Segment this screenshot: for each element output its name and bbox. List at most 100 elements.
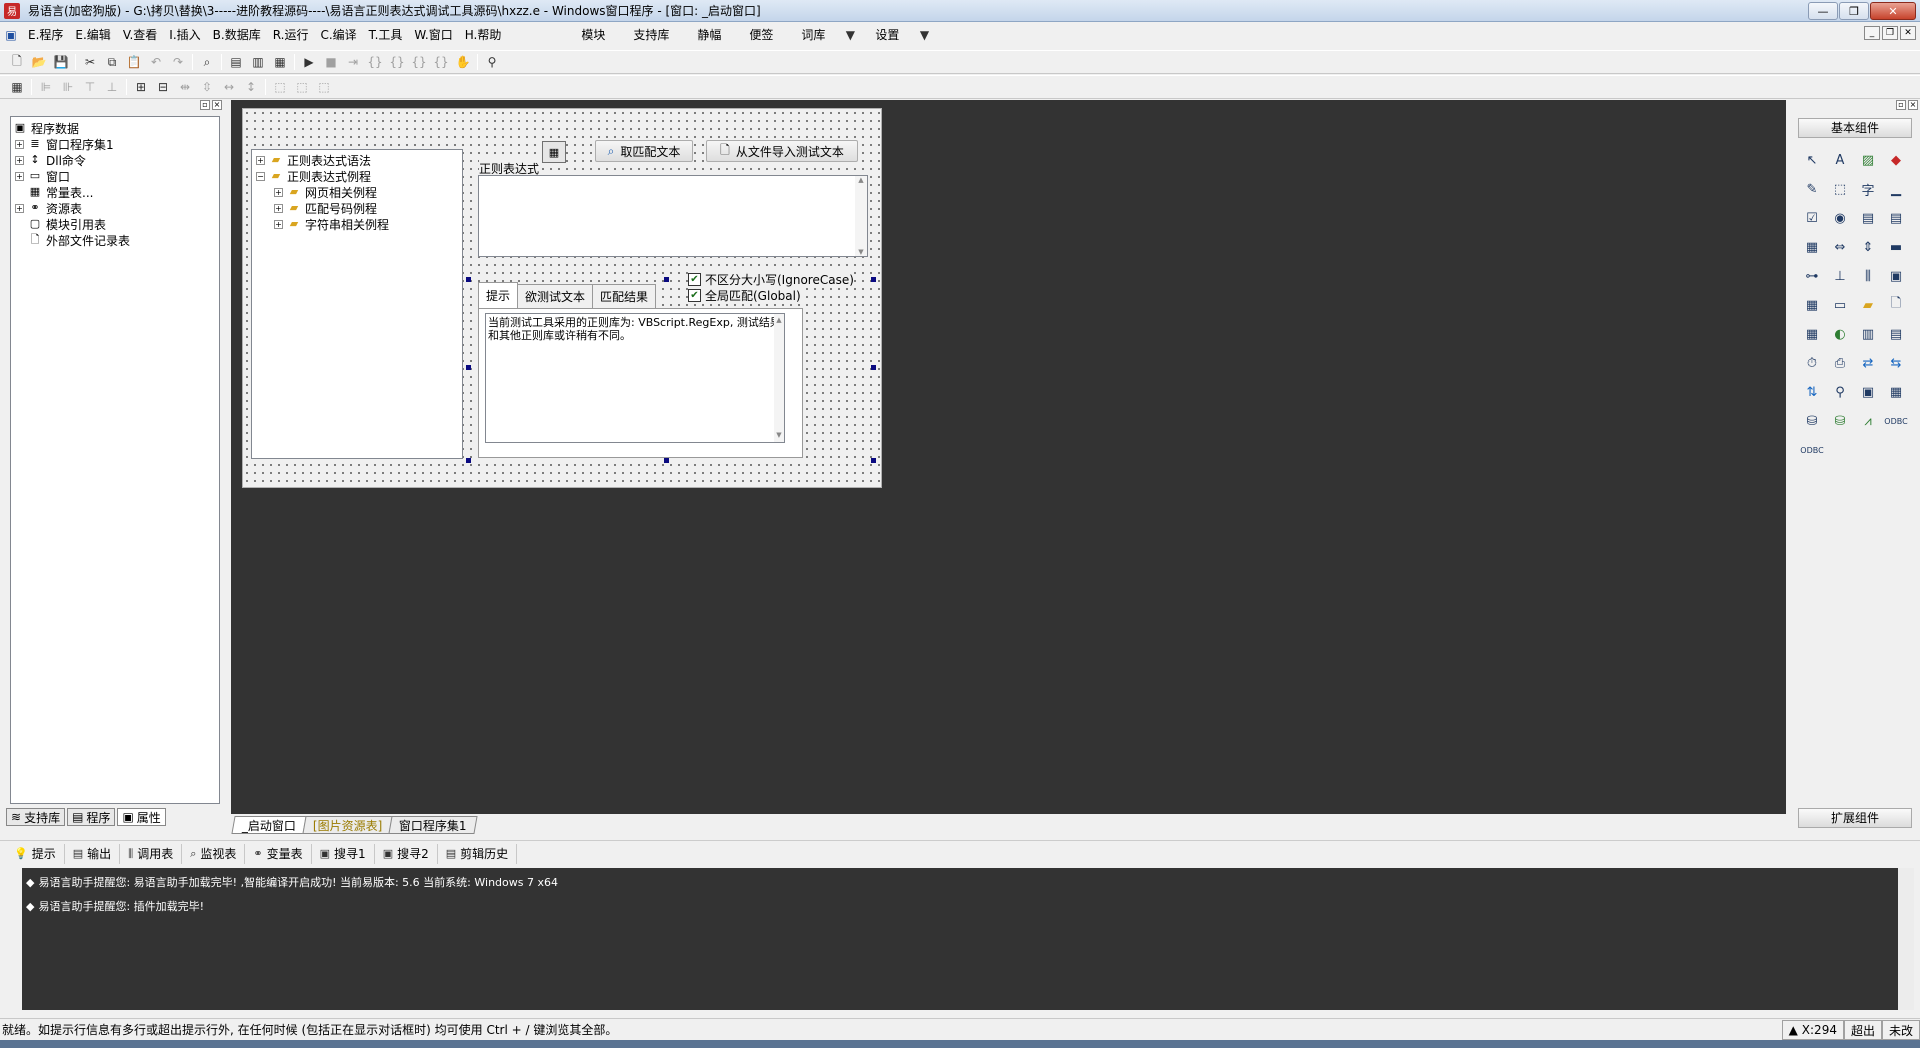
basic-components-header[interactable]: 基本组件 — [1798, 118, 1912, 138]
calendar-icon[interactable]: ▦ — [1800, 293, 1824, 317]
odbc-icon[interactable]: ODBC — [1884, 409, 1908, 433]
extended-components-footer[interactable]: 扩展组件 — [1798, 808, 1912, 828]
menu-support-lib[interactable]: 支持库 — [619, 25, 683, 45]
tab-search2[interactable]: ▣ 搜寻2 — [375, 843, 438, 864]
tab-properties[interactable]: ▣ 属性 — [117, 808, 166, 826]
design-form[interactable]: + ▰ 正则表达式语法 − ▰ 正则表达式例程 + ▰ 网页相关例程 + ▰ 匹… — [242, 108, 882, 488]
space-v-icon[interactable]: ⇳ — [196, 77, 218, 97]
tree-item-dll[interactable]: + ↕ Dll命令 — [15, 152, 86, 168]
run-to-cursor-icon[interactable]: {} — [408, 52, 430, 72]
tab-watch[interactable]: ⌕ 监视表 — [182, 843, 246, 864]
same-width-icon[interactable]: ↔ — [218, 77, 240, 97]
chart-icon[interactable]: ⩘ — [1856, 409, 1880, 433]
picture-icon[interactable]: ▨ — [1856, 148, 1880, 172]
tab-window-class[interactable]: 窗口程序集1 — [388, 816, 478, 834]
tab-test-text[interactable]: 欲测试文本 — [517, 284, 594, 308]
tree-item-examples[interactable]: − ▰ 正则表达式例程 — [256, 168, 371, 184]
database-icon[interactable]: ⛁ — [1800, 409, 1824, 433]
tree-item-resource[interactable]: + ⚭ 资源表 — [15, 200, 82, 216]
menu-insert[interactable]: I.插入 — [163, 25, 206, 45]
mdi-close-button[interactable]: ✕ — [1900, 26, 1916, 40]
menu-thesaurus[interactable]: 词库 — [787, 25, 839, 45]
tab-program[interactable]: ▤ 程序 — [67, 808, 116, 826]
panel-close-icon[interactable]: × — [1908, 100, 1918, 110]
vscroll-icon[interactable]: ⇕ — [1856, 235, 1880, 259]
progress-icon[interactable]: ▬ — [1884, 235, 1908, 259]
expand-icon[interactable]: + — [274, 203, 283, 213]
copy-icon[interactable]: ⧉ — [101, 52, 123, 72]
layout1-icon[interactable]: ▤ — [225, 52, 247, 72]
hint-text[interactable]: 当前测试工具采用的正则库为: VBScript.RegExp, 测试结果和其他正… — [485, 313, 785, 443]
tab-variables[interactable]: ⚭ 变量表 — [245, 843, 312, 864]
align-center-icon[interactable]: ⊪ — [57, 77, 79, 97]
save-icon[interactable]: 💾 — [50, 52, 72, 72]
tab-search1[interactable]: ▣ 搜寻1 — [312, 843, 375, 864]
line-icon[interactable]: ▁ — [1884, 177, 1908, 201]
resize-handle[interactable] — [871, 277, 876, 282]
expand-icon[interactable]: + — [15, 155, 24, 165]
center-v-icon[interactable]: ⊟ — [152, 77, 174, 97]
panel-pin-icon[interactable]: ▫ — [200, 100, 210, 110]
maximize-button[interactable]: ❐ — [1839, 2, 1869, 20]
step-icon[interactable]: ⇥ — [342, 52, 364, 72]
stop-icon[interactable]: ■ — [320, 52, 342, 72]
db-connect-icon[interactable]: ⛁ — [1828, 409, 1852, 433]
minimize-button[interactable]: — — [1808, 2, 1838, 20]
output-scrollbar[interactable] — [1898, 868, 1914, 1010]
resize-handle[interactable] — [664, 277, 669, 282]
selectbox-icon[interactable]: ▦ — [1800, 235, 1824, 259]
menu-view[interactable]: V.查看 — [117, 25, 163, 45]
splitter-icon[interactable]: ⫼ — [1856, 264, 1880, 288]
colorpicker-icon[interactable]: ◐ — [1828, 322, 1852, 346]
expand-icon[interactable]: + — [256, 155, 265, 165]
network-icon[interactable]: ⇄ — [1856, 351, 1880, 375]
slider-icon[interactable]: ⊶ — [1800, 264, 1824, 288]
open-folder-icon[interactable]: 📂 — [28, 52, 50, 72]
radio-icon[interactable]: ◉ — [1828, 206, 1852, 230]
combobox-icon[interactable]: ▤ — [1856, 206, 1880, 230]
resize-handle[interactable] — [871, 458, 876, 463]
server-icon[interactable]: ⇆ — [1884, 351, 1908, 375]
tab-clipboard-history[interactable]: ▤ 剪辑历史 — [438, 843, 518, 864]
layout3-icon[interactable]: ▦ — [269, 52, 291, 72]
regex-input[interactable]: ▲ ▼ — [478, 175, 868, 257]
resize-handle[interactable] — [466, 277, 471, 282]
same-height-icon[interactable]: ↕ — [240, 77, 262, 97]
expand-icon[interactable]: + — [15, 171, 24, 181]
editbox-icon[interactable]: ✎ — [1800, 177, 1824, 201]
label-icon[interactable]: A — [1828, 148, 1852, 172]
tab-startup-window[interactable]: _启动窗口 — [231, 816, 307, 834]
regex-builder-button[interactable]: ▦ — [542, 141, 566, 163]
align-bottom-icon[interactable]: ⊥ — [101, 77, 123, 97]
shape-icon[interactable]: ◆ — [1884, 148, 1908, 172]
panel-pin-icon[interactable]: ▫ — [1896, 100, 1906, 110]
mdi-restore-button[interactable]: ❐ — [1882, 26, 1898, 40]
tab-hint[interactable]: 提示 — [478, 282, 519, 308]
get-match-button[interactable]: ⌕ 取匹配文本 — [595, 140, 693, 162]
breakpoint-icon[interactable]: {} — [430, 52, 452, 72]
same-size-icon[interactable]: ⬚ — [269, 77, 291, 97]
chevron-down-icon[interactable]: ▼ — [913, 25, 935, 45]
toolbar-icon[interactable]: ▥ — [1856, 322, 1880, 346]
chevron-down-icon[interactable]: ▼ — [839, 25, 861, 45]
odbc-db-icon[interactable]: ODBC — [1800, 438, 1824, 462]
table-icon[interactable]: ▦ — [1800, 322, 1824, 346]
resize-handle[interactable] — [871, 365, 876, 370]
button-icon[interactable]: ▭ — [1828, 293, 1852, 317]
paste-icon[interactable]: 📋 — [123, 52, 145, 72]
menu-settings[interactable]: 设置 — [861, 25, 913, 45]
menu-notes[interactable]: 便签 — [735, 25, 787, 45]
tree-item-window[interactable]: + ▭ 窗口 — [15, 168, 70, 184]
checkbox-icon[interactable]: ☑ — [1800, 206, 1824, 230]
menu-tools[interactable]: T.工具 — [363, 25, 409, 45]
menu-window[interactable]: W.窗口 — [408, 25, 458, 45]
layout2-icon[interactable]: ▥ — [247, 52, 269, 72]
align-left-icon[interactable]: ⊫ — [35, 77, 57, 97]
tree-item-string[interactable]: + ▰ 字符串相关例程 — [274, 216, 389, 232]
printer-icon[interactable]: ⎙ — [1828, 351, 1852, 375]
resize-handle[interactable] — [466, 458, 471, 463]
cut-icon[interactable]: ✂ — [79, 52, 101, 72]
document-icon[interactable]: 🗋 — [1884, 293, 1908, 317]
tree-item-class[interactable]: + ≣ 窗口程序集1 — [15, 136, 114, 152]
tab-output[interactable]: ▤ 输出 — [65, 843, 121, 864]
